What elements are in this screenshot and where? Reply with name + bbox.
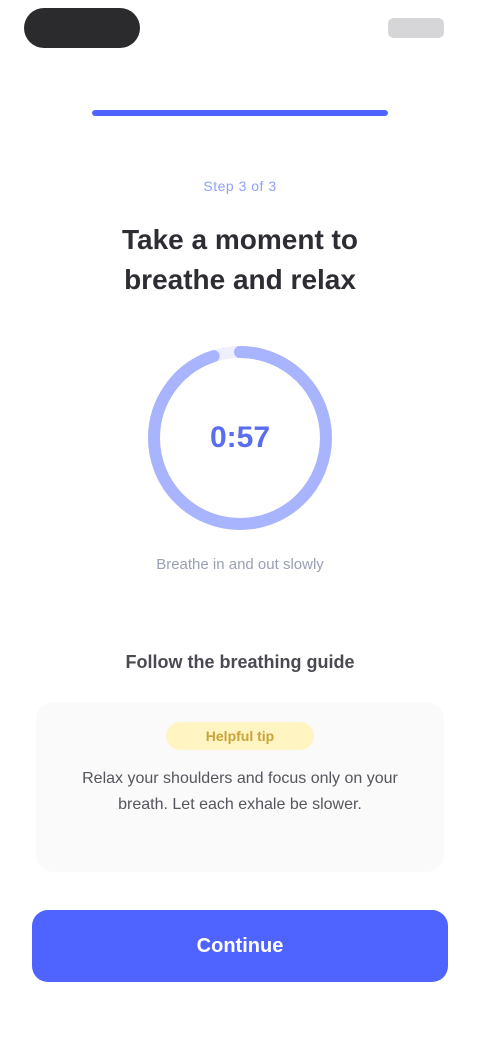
screen: Step 3 of 3 Take a moment to breathe and… — [0, 0, 480, 1040]
tip-badge: Helpful tip — [166, 722, 314, 750]
section-title: Follow the breathing guide — [125, 652, 355, 672]
progress-bar — [92, 110, 388, 116]
step-label: Step 3 of 3 — [203, 178, 277, 194]
status-icons — [388, 18, 444, 38]
status-time-pill — [24, 8, 140, 48]
timer-caption: Breathe in and out slowly — [156, 556, 324, 573]
continue-button[interactable]: Continue — [32, 910, 448, 982]
page-title: Take a moment to breathe and relax — [122, 224, 358, 295]
tip-text: Relax your shoulders and focus only on y… — [82, 770, 398, 813]
progress-bar-fill — [92, 110, 388, 116]
tip-card: Helpful tip Relax your shoulders and foc… — [36, 702, 444, 872]
timer-value: 0:57 — [209, 421, 271, 454]
